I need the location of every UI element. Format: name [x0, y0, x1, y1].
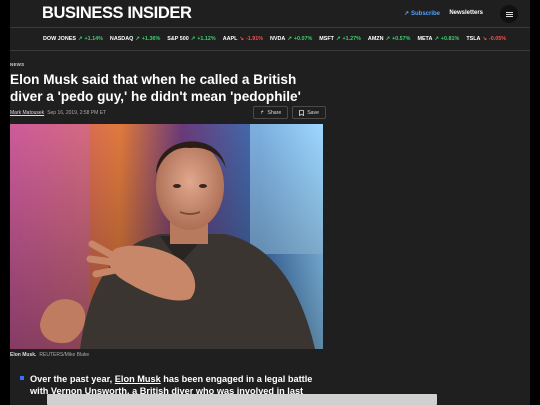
share-arrow-icon: ↱: [260, 109, 265, 116]
publish-date: Sep 16, 2019, 2:58 PM ET: [47, 110, 107, 116]
arrow-up-icon: ↗: [190, 36, 196, 42]
menu-button[interactable]: [500, 5, 518, 23]
ticker-change: +0.81%: [440, 36, 460, 42]
article-category[interactable]: NEWS: [10, 62, 24, 67]
subscribe-label: Subscribe: [410, 10, 440, 17]
author-link[interactable]: Mark Matousek: [10, 110, 44, 116]
article-actions: ↱ Share Save: [253, 106, 327, 119]
ticker-change: +1.36%: [141, 36, 161, 42]
ticker-item[interactable]: NASDAQ ↗ +1.36%: [110, 36, 160, 42]
ticker-item[interactable]: S&P 500 ↗ +1.12%: [167, 36, 215, 42]
ticker-symbol: MSFT: [319, 36, 334, 42]
page: BUSINESS INSIDER ↗ Subscribe Newsletters…: [10, 0, 530, 405]
arrow-up-right-icon: ↗: [403, 11, 409, 17]
article-photo: [10, 124, 323, 349]
ticker-item[interactable]: TSLA ↘ -0.05%: [466, 36, 506, 42]
caption-credit: REUTERS/Mike Blake: [39, 352, 90, 358]
ticker-change: +1.27%: [342, 36, 361, 42]
ticker-change: +1.14%: [84, 36, 103, 42]
ticker-change: -0.05%: [488, 36, 507, 42]
ticker-change: -1.91%: [245, 36, 264, 42]
ticker-symbol: S&P 500: [167, 36, 189, 42]
ticker-change: +1.12%: [197, 36, 216, 42]
caption-subject: Elon Musk.: [10, 352, 37, 358]
byline: Mark Matousek Sep 16, 2019, 2:58 PM ET: [10, 110, 106, 116]
ticker-change: +0.57%: [392, 36, 411, 42]
ticker-symbol: NASDAQ: [109, 36, 134, 42]
ticker-symbol: TSLA: [466, 36, 481, 42]
market-ticker: DOW JONES ↗ +1.14% NASDAQ ↗ +1.36% S&P 500 ↗ +1.…: [10, 28, 530, 51]
ticker-symbol: META: [417, 36, 433, 42]
body-text-prefix: Over the past year,: [30, 374, 115, 384]
bookmark-icon: [299, 109, 305, 116]
hamburger-icon: [505, 13, 513, 15]
horizontal-scrollbar[interactable]: [47, 394, 437, 405]
ticker-item[interactable]: MSFT ↗ +1.27%: [319, 36, 361, 42]
save-button[interactable]: Save: [292, 106, 327, 119]
ticker-symbol: DOW JONES: [43, 36, 76, 42]
window-frame-right: [530, 0, 540, 405]
arrow-up-icon: ↗: [385, 36, 391, 42]
save-label: Save: [307, 109, 320, 116]
newsletters-link[interactable]: Newsletters: [449, 10, 483, 16]
ticker-item[interactable]: AMZN ↗ +0.57%: [368, 36, 411, 42]
ticker-change: +0.07%: [293, 36, 313, 42]
window-frame-left: [0, 0, 10, 405]
ticker-item[interactable]: AAPL ↘ -1.91%: [223, 36, 263, 42]
arrow-up-icon: ↗: [135, 36, 140, 42]
photo-caption: Elon Musk. REUTERS/Mike Blake: [10, 352, 89, 358]
arrow-up-icon: ↗: [287, 36, 292, 42]
arrow-up-icon: ↗: [77, 36, 83, 42]
arrow-up-icon: ↗: [335, 36, 341, 42]
arrow-up-icon: ↗: [434, 36, 439, 42]
ticker-item[interactable]: META ↗ +0.81%: [417, 36, 459, 42]
arrow-down-icon: ↘: [239, 36, 244, 42]
ticker-item[interactable]: DOW JONES ↗ +1.14%: [43, 36, 103, 42]
ticker-symbol: AMZN: [367, 36, 384, 42]
bullet-marker: [20, 376, 24, 380]
subscribe-link[interactable]: ↗ Subscribe: [403, 10, 440, 18]
arrow-down-icon: ↘: [482, 36, 487, 42]
elon-musk-link[interactable]: Elon Musk: [115, 374, 161, 384]
article-headline: Elon Musk said that when he called a Bri…: [10, 72, 301, 104]
site-logo[interactable]: BUSINESS INSIDER: [42, 4, 192, 23]
share-button[interactable]: ↱ Share: [253, 106, 289, 119]
ticker-item[interactable]: NVDA ↗ +0.07%: [270, 36, 312, 42]
ticker-symbol: AAPL: [222, 36, 238, 42]
ticker-symbol: NVDA: [270, 36, 286, 42]
site-header: BUSINESS INSIDER ↗ Subscribe Newsletters: [10, 0, 530, 28]
share-label: Share: [267, 109, 282, 116]
